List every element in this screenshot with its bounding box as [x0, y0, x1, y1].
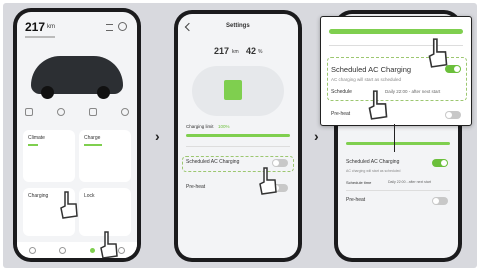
- charge-card[interactable]: Charge: [79, 130, 131, 182]
- callout-schedule-label: Schedule: [331, 89, 352, 95]
- lower-pre-heat-label: Pre-heat: [346, 197, 366, 203]
- lock-card-title: Lock: [84, 193, 95, 199]
- tap-hand-icon-nav: [100, 231, 118, 258]
- range-value: 217: [25, 20, 46, 34]
- callout-slider-track: [329, 29, 463, 34]
- menu-icon[interactable]: [106, 24, 113, 31]
- lock-card[interactable]: Lock: [79, 188, 131, 236]
- phone-home-screen: 217 km Climate Charge Charging Lock: [13, 8, 141, 262]
- lower-schedule-value[interactable]: Daily 22:00 - after next start: [388, 180, 431, 184]
- tap-hand-icon-schedule: [368, 90, 388, 120]
- lower-pre-heat-toggle[interactable]: [432, 197, 448, 205]
- lower-scheduled-ac-desc: AC charging will start as scheduled: [346, 169, 401, 173]
- zoom-callout: Scheduled AC Charging AC charging will s…: [320, 16, 472, 126]
- tap-hand-icon: [259, 167, 277, 195]
- climate-status-dot: [28, 144, 38, 146]
- charging-limit-slider[interactable]: [186, 134, 290, 137]
- range-unit: km: [47, 24, 55, 30]
- gear-icon[interactable]: [118, 22, 127, 31]
- divider: [346, 190, 450, 191]
- step-arrow-1: ›: [155, 128, 160, 144]
- charging-limit-slider[interactable]: [346, 142, 450, 145]
- nav-car-icon[interactable]: [59, 246, 67, 254]
- callout-schedule-time[interactable]: Daily 22:00 - after next start: [385, 89, 440, 94]
- tap-hand-icon: [60, 191, 78, 219]
- quick-actions-row: [25, 108, 129, 124]
- charge-status-bar: [84, 144, 102, 146]
- divider: [186, 146, 290, 147]
- lower-schedule-label: Schedule time: [346, 180, 372, 185]
- charging-limit-label: Charging limit: [186, 124, 214, 129]
- charging-limit-value: 100%: [218, 124, 230, 129]
- lower-scheduled-ac-label: Scheduled AC Charging: [346, 159, 400, 165]
- settings-title: Settings: [226, 23, 250, 29]
- battery-percent-unit: %: [258, 49, 263, 55]
- callout-scheduled-desc: AC charging will start as scheduled: [331, 77, 402, 82]
- home-screen: 217 km Climate Charge Charging Lock: [17, 12, 137, 258]
- battery-level-fill: [224, 80, 242, 100]
- car-wheel-rear: [97, 86, 110, 99]
- callout-scheduled-label: Scheduled AC Charging: [331, 65, 412, 74]
- nav-charge-icon[interactable]: [89, 247, 95, 253]
- callout-pre-heat-label: Pre-heat: [331, 111, 351, 117]
- lower-scheduled-ac-toggle[interactable]: [432, 159, 448, 167]
- callout-connector-line: [394, 124, 395, 152]
- car-wheel-front: [41, 86, 54, 99]
- fan-icon[interactable]: [57, 108, 65, 116]
- charging-settings-screen: Settings 217 km 42 % Charging limit 100%…: [178, 14, 298, 258]
- climate-card-title: Climate: [28, 135, 45, 141]
- status-bar-line: [25, 36, 55, 38]
- climate-card[interactable]: Climate: [23, 130, 75, 182]
- step-arrow-2: ›: [314, 128, 319, 144]
- charging-card-title: Charging: [28, 193, 49, 199]
- charge-card-title: Charge: [84, 135, 101, 141]
- range-value: 217: [214, 46, 230, 56]
- horn-icon[interactable]: [121, 108, 129, 116]
- battery-percent: 42: [246, 46, 257, 56]
- range-unit: km: [232, 49, 239, 55]
- light-icon[interactable]: [89, 108, 97, 116]
- scheduled-ac-label: Scheduled AC Charging: [186, 159, 240, 165]
- callout-pre-heat-toggle[interactable]: [445, 111, 461, 119]
- nav-home-icon[interactable]: [28, 246, 36, 254]
- pre-heat-label: Pre-heat: [186, 184, 206, 190]
- back-arrow-icon[interactable]: [184, 22, 194, 32]
- lock-icon[interactable]: [25, 108, 33, 116]
- tap-hand-icon: [428, 38, 448, 68]
- phone-charging-settings: Settings 217 km 42 % Charging limit 100%…: [174, 10, 302, 262]
